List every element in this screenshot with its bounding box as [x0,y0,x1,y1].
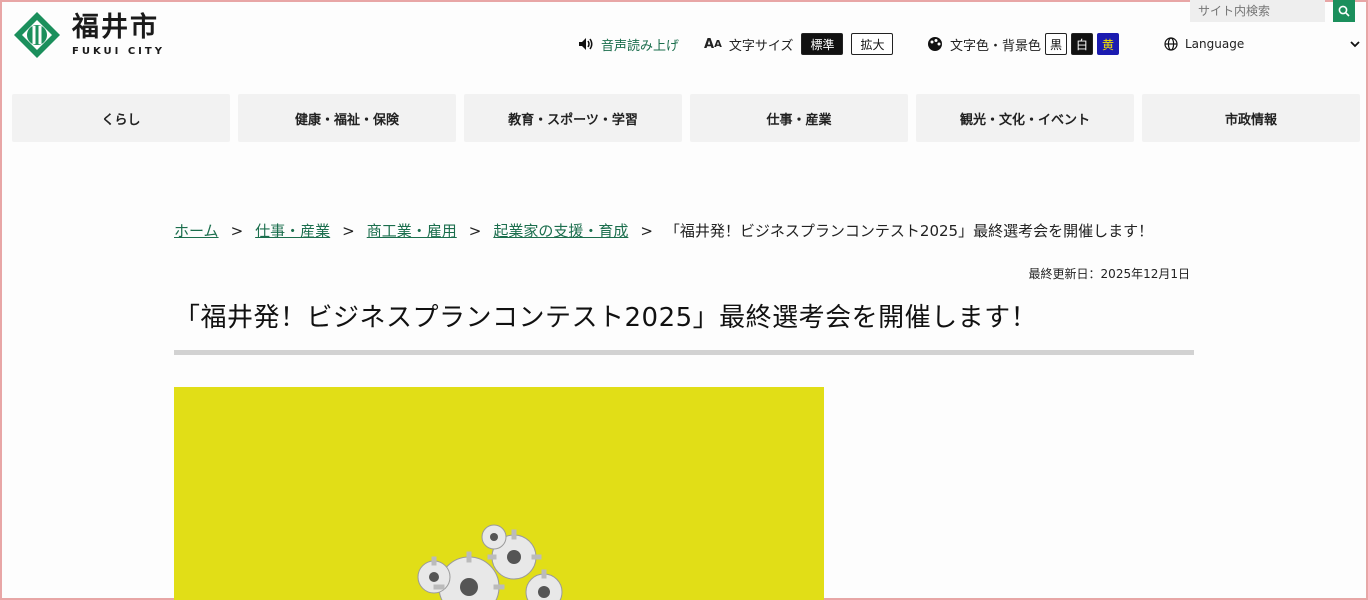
site-logo[interactable]: 福井市 FUKUI CITY [12,10,165,60]
speaker-icon [578,37,594,51]
language-select[interactable]: Language [1164,32,1360,56]
search-button[interactable] [1333,0,1355,22]
page-title: 「福井発！ビジネスプランコンテスト2025」最終選考会を開催します！ [174,303,1038,333]
breadcrumb-current: 「福井発！ビジネスプランコンテスト2025」最終選考会を開催します！ [664,222,1154,240]
font-size-icon: AA [704,36,722,52]
font-size-standard-button[interactable]: 標準 [801,33,844,55]
breadcrumb-separator: > [468,221,482,240]
font-size-control: AA 文字サイズ 標準 拡大 [704,32,894,56]
globe-icon [1164,37,1178,51]
chevron-down-icon [1350,37,1360,51]
breadcrumb-separator: > [230,221,244,240]
hero-image [174,387,824,600]
nav-item-health[interactable]: 健康・福祉・保険 [238,94,456,142]
site-search [1190,0,1355,22]
palette-icon [927,36,943,52]
fukui-emblem-icon [14,12,60,58]
nav-item-living[interactable]: くらし [12,94,230,142]
breadcrumb-startup-link[interactable]: 起業家の支援・育成 [493,220,628,241]
last-updated: 最終更新日：2025年12月1日 [1028,267,1190,281]
global-nav: くらし 健康・福祉・保険 教育・スポーツ・学習 仕事・産業 観光・文化・イベント… [12,94,1360,142]
search-icon [1338,5,1350,17]
breadcrumb-separator: > [342,221,355,240]
breadcrumb-business-link[interactable]: 仕事・産業 [255,220,330,241]
breadcrumb-commerce-link[interactable]: 商工業・雇用 [367,220,457,241]
site-name-roman: FUKUI CITY [72,46,165,57]
gears-icon [417,524,563,600]
color-label: 文字色・背景色 [950,38,1042,54]
speech-label: 音声読み上げ [601,38,680,54]
nav-item-business[interactable]: 仕事・産業 [690,94,908,142]
site-name: 福井市 [72,12,159,43]
font-size-label: 文字サイズ [728,38,794,54]
language-label: Language [1185,37,1245,51]
breadcrumb-home-link[interactable]: ホーム [174,220,219,241]
font-size-large-button[interactable]: 拡大 [851,33,894,55]
color-scheme-control: 文字色・背景色 黒 白 黄 [927,32,1120,56]
nav-item-education[interactable]: 教育・スポーツ・学習 [464,94,682,142]
color-white-text-button[interactable]: 白 [1071,33,1094,55]
title-divider [174,350,1194,355]
color-yellow-text-button[interactable]: 黄 [1097,33,1120,55]
nav-item-tourism[interactable]: 観光・文化・イベント [916,94,1134,142]
speech-reader-link[interactable]: 音声読み上げ [578,32,679,56]
search-input[interactable] [1190,0,1325,22]
breadcrumb: ホーム > 仕事・産業 > 商工業・雇用 > 起業家の支援・育成 > 「福井発！… [174,220,1153,241]
breadcrumb-separator: > [640,221,653,240]
color-black-text-button[interactable]: 黒 [1045,33,1068,55]
nav-item-city-info[interactable]: 市政情報 [1142,94,1360,142]
